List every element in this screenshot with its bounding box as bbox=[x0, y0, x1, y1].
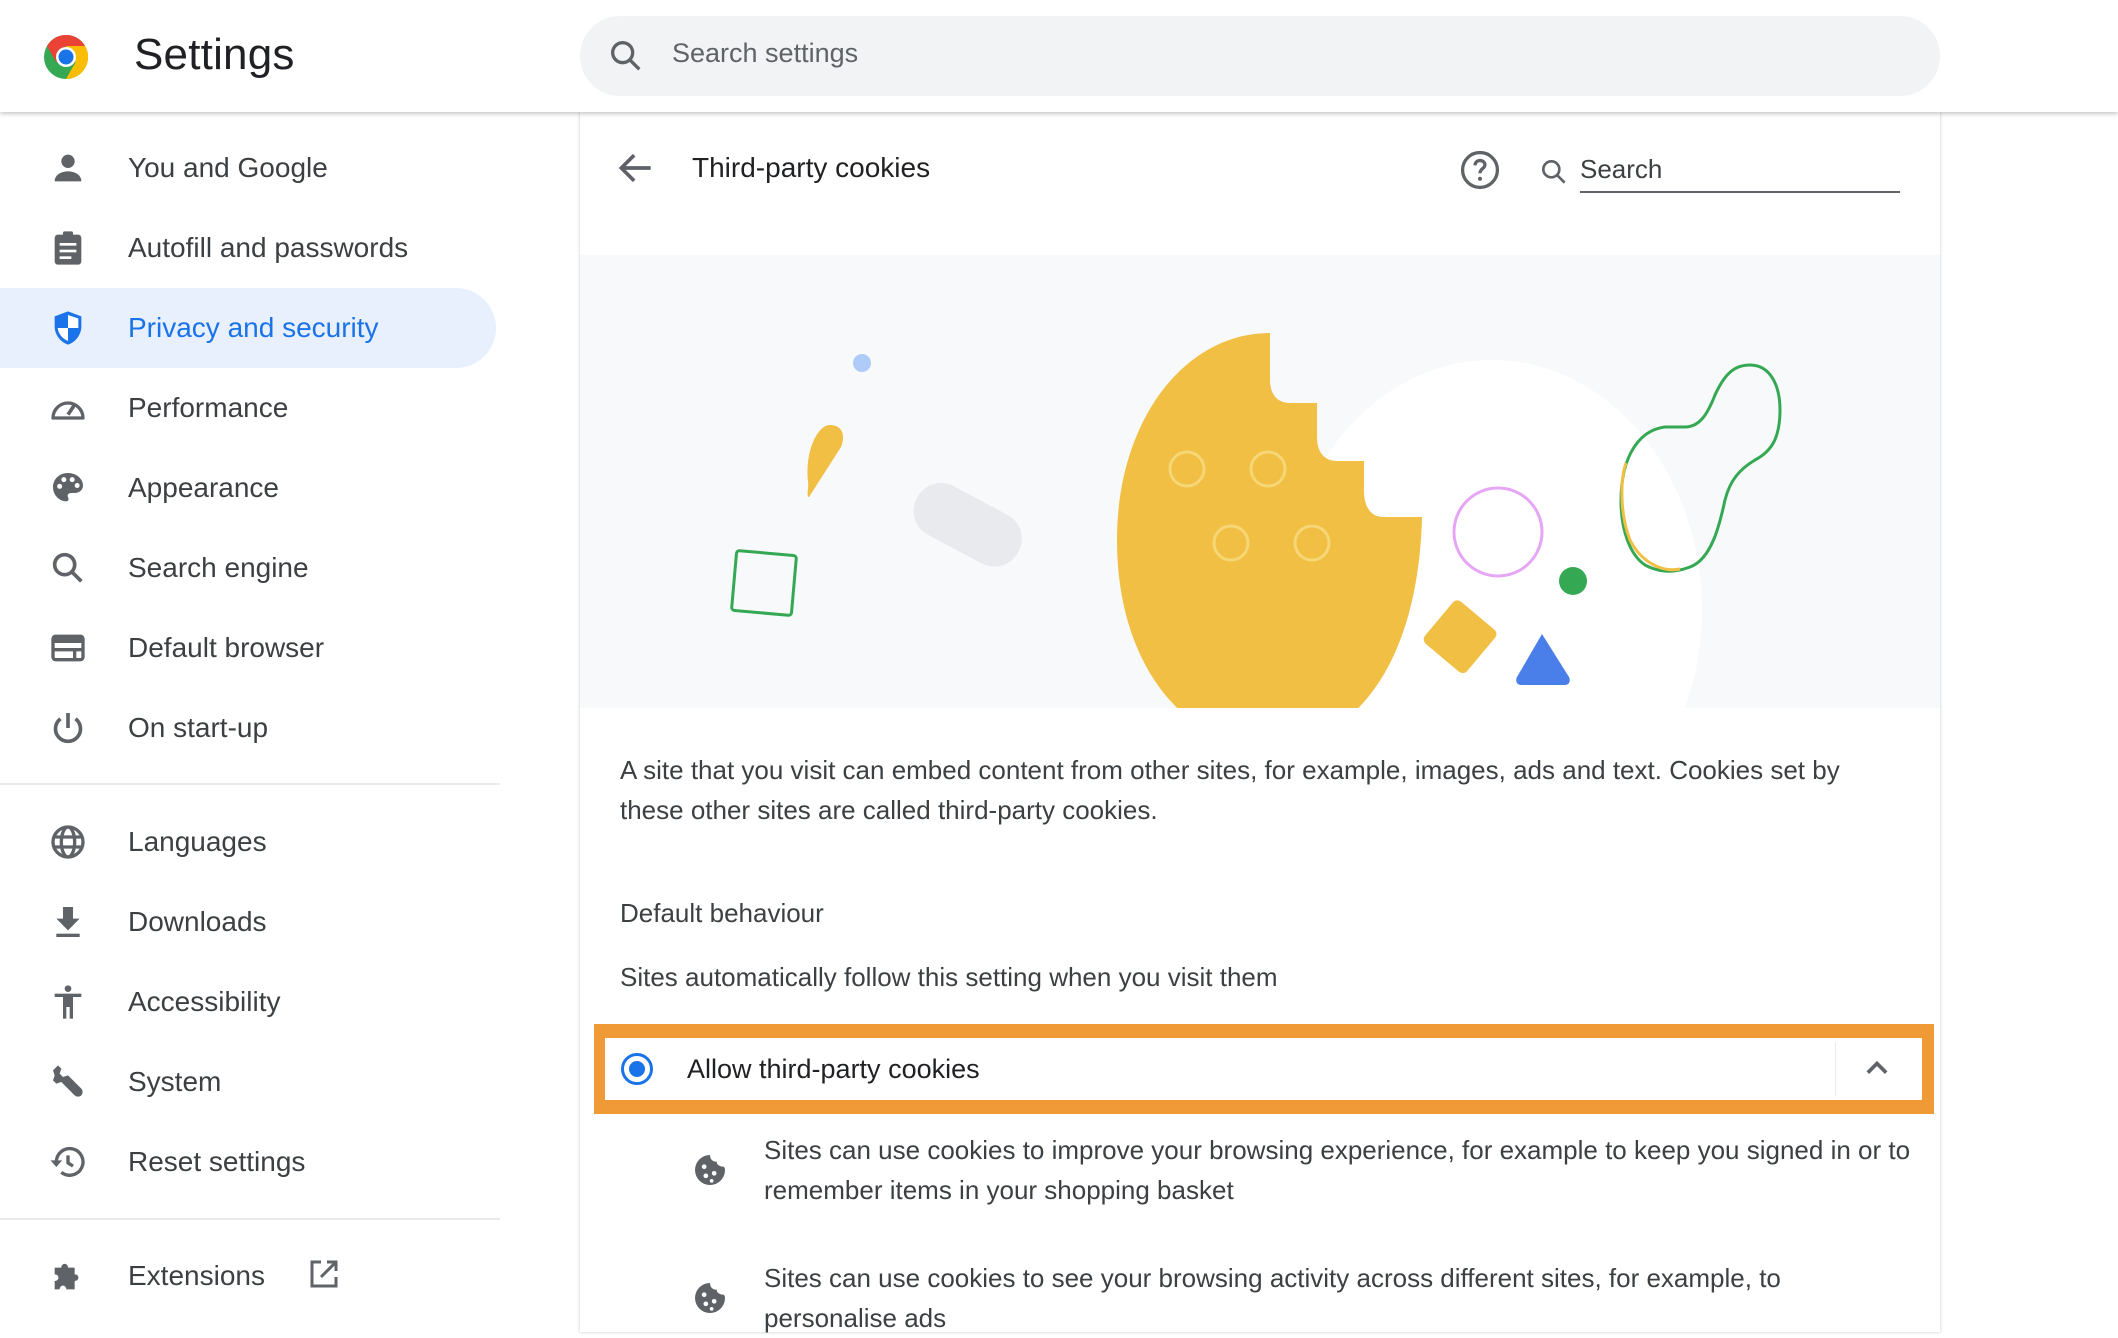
third-party-cookies-page: Third-party cookies A site that you bbox=[580, 112, 1940, 1333]
app-header: Settings Search settings bbox=[0, 0, 2118, 112]
history-icon bbox=[50, 1146, 85, 1177]
globe-icon bbox=[51, 825, 85, 859]
cookie-illustration bbox=[580, 255, 1940, 708]
allow-third-party-cookies-option[interactable]: Allow third-party cookies bbox=[605, 1038, 1922, 1100]
allow-third-party-cookies-label: Allow third-party cookies bbox=[687, 1054, 980, 1084]
default-behaviour-heading: Default behaviour bbox=[620, 898, 824, 928]
subpage-search bbox=[1538, 148, 1902, 200]
chrome-logo-icon bbox=[44, 35, 88, 79]
sidebar-item-label: Performance bbox=[128, 392, 289, 423]
shield-icon bbox=[54, 311, 82, 345]
open-in-new-icon bbox=[310, 1260, 338, 1288]
option-detail-text: Sites can use cookies to improve your br… bbox=[764, 1135, 1911, 1205]
sidebar-divider bbox=[0, 783, 500, 785]
chevron-up-icon[interactable] bbox=[1855, 1047, 1899, 1091]
option-detail-text: Sites can use cookies to see your browsi… bbox=[764, 1263, 1781, 1333]
sidebar-item-search-engine[interactable]: Search engine bbox=[0, 528, 496, 608]
sidebar-item-label: Appearance bbox=[128, 472, 280, 503]
blue-dot-shape bbox=[853, 354, 871, 372]
sidebar-item-languages[interactable]: Languages bbox=[0, 802, 496, 882]
sidebar-item-label: Privacy and security bbox=[128, 312, 379, 343]
browser-window-icon bbox=[51, 634, 85, 662]
yellow-half-circle-shape bbox=[807, 425, 844, 497]
sidebar-item-label: Extensions bbox=[128, 1260, 265, 1291]
sidebar-item-label: Default browser bbox=[128, 632, 325, 663]
sidebar-item-accessibility[interactable]: Accessibility bbox=[0, 962, 496, 1042]
search-icon bbox=[1542, 160, 1566, 184]
subpage-header: Third-party cookies bbox=[580, 112, 1940, 255]
app-title: Settings bbox=[134, 30, 295, 79]
default-behaviour-subtitle: Sites automatically follow this setting … bbox=[620, 962, 1278, 992]
green-dot-shape bbox=[1559, 567, 1587, 595]
sidebar-item-you-and-google[interactable]: You and Google bbox=[0, 128, 496, 208]
cookie-shape bbox=[1117, 333, 1422, 708]
illustration-svg bbox=[730, 333, 1782, 708]
row-divider bbox=[1835, 1042, 1836, 1096]
sidebar-item-default-browser[interactable]: Default browser bbox=[0, 608, 496, 688]
subpage-search-input[interactable] bbox=[1580, 148, 1900, 193]
arrow-back-icon[interactable] bbox=[614, 146, 658, 190]
sidebar-item-label: Autofill and passwords bbox=[128, 232, 409, 263]
sidebar-item-label: Languages bbox=[128, 826, 267, 857]
cookie-icon bbox=[695, 1155, 725, 1185]
sidebar-item-downloads[interactable]: Downloads bbox=[0, 882, 496, 962]
clipboard-icon bbox=[54, 231, 82, 265]
accessibility-icon bbox=[54, 985, 82, 1019]
help-circle-icon[interactable] bbox=[1458, 148, 1502, 192]
page-description: A site that you visit can embed content … bbox=[620, 755, 1840, 825]
allow-third-party-cookies-radio[interactable] bbox=[621, 1053, 653, 1085]
sidebar-item-performance[interactable]: Performance bbox=[0, 368, 496, 448]
sidebar-item-extensions[interactable]: Extensions bbox=[0, 1236, 496, 1316]
download-icon bbox=[56, 907, 80, 937]
sidebar-item-autofill[interactable]: Autofill and passwords bbox=[0, 208, 496, 288]
wrench-icon bbox=[53, 1065, 83, 1097]
sidebar-item-label: Reset settings bbox=[128, 1146, 306, 1177]
sidebar-item-reset-settings[interactable]: Reset settings bbox=[0, 1122, 496, 1202]
power-icon bbox=[53, 713, 83, 744]
green-square-shape bbox=[730, 549, 798, 617]
puzzle-icon bbox=[54, 1263, 79, 1290]
search-icon bbox=[52, 552, 83, 583]
cookie-icon bbox=[695, 1283, 725, 1313]
sidebar-item-on-startup[interactable]: On start-up bbox=[0, 688, 496, 768]
sidebar-item-label: Search engine bbox=[128, 552, 309, 583]
sidebar-item-label: Downloads bbox=[128, 906, 267, 937]
sidebar-item-label: Accessibility bbox=[128, 986, 281, 1017]
search-icon bbox=[611, 41, 641, 71]
palette-icon bbox=[53, 473, 83, 502]
sidebar-item-privacy-and-security[interactable]: Privacy and security bbox=[0, 288, 496, 368]
sidebar-item-label: You and Google bbox=[128, 152, 328, 183]
speedometer-icon bbox=[51, 401, 85, 420]
search-settings-placeholder: Search settings bbox=[672, 38, 859, 68]
sidebar-item-system[interactable]: System bbox=[0, 1042, 496, 1122]
sidebar-item-label: On start-up bbox=[128, 712, 269, 743]
gray-pill-shape bbox=[913, 483, 1022, 567]
sidebar-item-appearance[interactable]: Appearance bbox=[0, 448, 496, 528]
sidebar-divider bbox=[0, 1218, 500, 1220]
sidebar-item-label: System bbox=[128, 1066, 222, 1097]
search-settings-input[interactable]: Search settings bbox=[580, 16, 1940, 96]
person-icon bbox=[54, 154, 82, 182]
sidebar: You and Google Autofill and passwords Pr… bbox=[0, 112, 500, 1332]
page-title: Third-party cookies bbox=[692, 152, 931, 183]
